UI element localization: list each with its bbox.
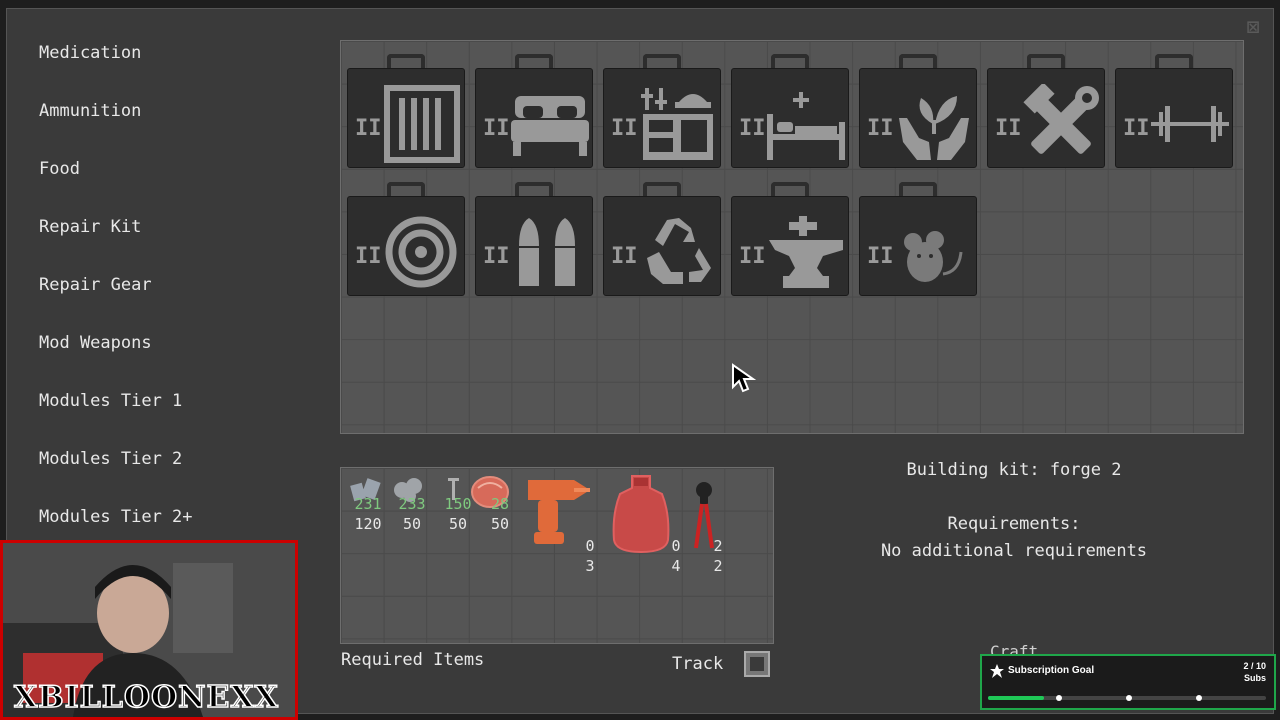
kit-mouse[interactable]: II <box>859 182 977 296</box>
kit-medical-bed[interactable]: II <box>731 54 849 168</box>
kit-bed[interactable]: II <box>475 54 593 168</box>
kit-anvil[interactable]: II <box>731 182 849 296</box>
kit-workbench[interactable]: II <box>603 54 721 168</box>
close-icon[interactable]: ⊠ <box>1241 16 1265 40</box>
tier-badge: II <box>611 244 638 269</box>
tier-badge: II <box>867 244 894 269</box>
requirement-raw-meat: 28 50 <box>482 494 518 534</box>
workbench-icon <box>641 88 713 160</box>
medical-bed-icon <box>767 92 845 160</box>
craft-button[interactable]: Craft <box>990 642 1038 654</box>
star-icon <box>990 664 1004 678</box>
requirement-gas-bag: 0 4 <box>664 536 688 576</box>
need-count: 50 <box>448 515 468 533</box>
milestone-dot <box>1056 695 1062 701</box>
requirement-pliers: 2 2 <box>706 536 730 576</box>
tier-badge: II <box>995 116 1022 141</box>
category-medication[interactable]: Medication <box>39 36 193 94</box>
tier-badge: II <box>739 116 766 141</box>
streamer-name: XBILLOONEXX <box>13 679 279 716</box>
goal-progress-fill <box>988 696 1044 700</box>
anvil-icon <box>769 216 843 288</box>
kit-hammer-wrench[interactable]: II <box>987 54 1105 168</box>
dumbbell-icon <box>1151 106 1229 142</box>
tier-badge: II <box>867 116 894 141</box>
category-food[interactable]: Food <box>39 152 193 210</box>
kit-storage-crate[interactable]: II <box>347 54 465 168</box>
kit-dumbbell[interactable]: II <box>1115 54 1233 168</box>
track-checkbox[interactable] <box>744 651 770 677</box>
category-repair-kit[interactable]: Repair Kit <box>39 210 193 268</box>
requirement-power-drill: 0 3 <box>578 536 602 576</box>
goal-title: Subscription Goal <box>1008 665 1095 676</box>
have-count: 0 <box>671 537 681 555</box>
tier-badge: II <box>739 244 766 269</box>
category-sidebar: Medication Ammunition Food Repair Kit Re… <box>39 36 193 558</box>
target-icon <box>385 216 457 288</box>
goal-progress-bar <box>988 695 1266 701</box>
need-count: 50 <box>490 515 510 533</box>
category-mod-weapons[interactable]: Mod Weapons <box>39 326 193 384</box>
milestone-dot <box>1196 695 1202 701</box>
kit-title: Building kit: forge 2 <box>906 460 1122 480</box>
kit-plant-hands[interactable]: II <box>859 54 977 168</box>
tier-badge: II <box>483 244 510 269</box>
milestone-dot <box>1126 695 1132 701</box>
subscription-goal-widget: Subscription Goal 2 / 10 Subs <box>980 654 1276 710</box>
need-count: 120 <box>354 515 382 533</box>
have-count: 2 <box>713 537 723 555</box>
kit-bullets[interactable]: II <box>475 182 593 296</box>
category-modules-tier-2[interactable]: Modules Tier 2 <box>39 442 193 500</box>
need-count: 2 <box>713 557 723 575</box>
have-count: 233 <box>398 495 426 513</box>
have-count: 231 <box>354 495 382 513</box>
category-repair-gear[interactable]: Repair Gear <box>39 268 193 326</box>
bullets-icon <box>519 218 575 286</box>
kit-recycle[interactable]: II <box>603 182 721 296</box>
requirement-scrap-metal: 231 120 <box>350 494 386 534</box>
requirements-value: No additional requirements <box>880 541 1148 561</box>
need-count: 3 <box>585 557 595 575</box>
tier-badge: II <box>355 244 382 269</box>
have-count: 28 <box>490 495 510 513</box>
plant-hands-icon <box>899 96 969 160</box>
need-count: 50 <box>402 515 422 533</box>
tier-badge: II <box>611 116 638 141</box>
requirements-label: Requirements: <box>947 514 1081 534</box>
hammer-wrench-icon <box>1023 84 1099 154</box>
required-items-label: Required Items <box>341 650 485 670</box>
category-ammunition[interactable]: Ammunition <box>39 94 193 152</box>
tier-badge: II <box>483 116 510 141</box>
kit-target[interactable]: II <box>347 182 465 296</box>
gas-bag-icon <box>612 475 670 554</box>
requirement-stone: 233 50 <box>392 494 432 534</box>
mouse-icon <box>904 231 963 282</box>
category-modules-tier-1[interactable]: Modules Tier 1 <box>39 384 193 442</box>
need-count: 4 <box>671 557 681 575</box>
have-count: 0 <box>585 537 595 555</box>
goal-count: 2 / 10 Subs <box>1243 661 1266 683</box>
bed-icon <box>511 96 589 156</box>
tier-badge: II <box>1123 116 1150 141</box>
recycle-icon <box>647 218 711 284</box>
mouse-cursor-icon <box>732 363 757 393</box>
tier-badge: II <box>355 116 382 141</box>
track-label: Track <box>672 654 724 674</box>
storage-crate-icon <box>384 85 460 163</box>
